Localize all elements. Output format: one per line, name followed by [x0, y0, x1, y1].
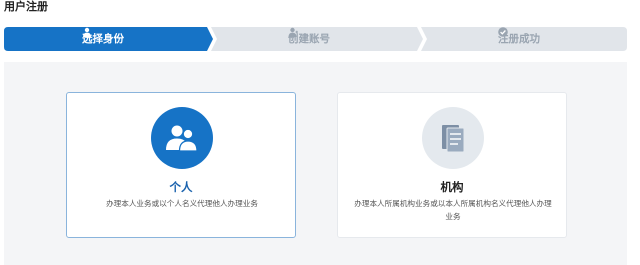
user-add-icon [288, 27, 298, 37]
identity-card-personal[interactable]: 个人 办理本人业务或以个人名义代理他人办理业务 [66, 92, 296, 238]
card-title: 机构 [440, 180, 464, 194]
step-register-success: 注册成功 [498, 27, 540, 51]
user-icon [83, 27, 91, 37]
users-icon [166, 125, 198, 152]
document-icon [442, 125, 465, 153]
registration-steps: 选择身份 创建账号 注册成功 [4, 27, 627, 51]
identity-card-organization[interactable]: 机构 办理本人所属机构业务或以本人所属机构名义代理他人办理业务 [337, 92, 567, 238]
identity-selection-panel: 个人 办理本人业务或以个人名义代理他人办理业务 机构 办理本人所属机构业务或以本… [4, 62, 627, 265]
card-title: 个人 [169, 180, 193, 194]
card-description: 办理本人业务或以个人名义代理他人办理业务 [106, 199, 258, 208]
avatar [422, 107, 484, 169]
check-circle-icon [498, 27, 508, 37]
page-title: 用户注册 [4, 0, 48, 13]
step-create-account: 创建账号 [288, 27, 330, 51]
step-select-identity: 选择身份 [82, 27, 124, 51]
card-description: 办理本人所属机构业务或以本人所属机构名义代理他人办理业务 [354, 199, 552, 221]
avatar [151, 107, 213, 169]
